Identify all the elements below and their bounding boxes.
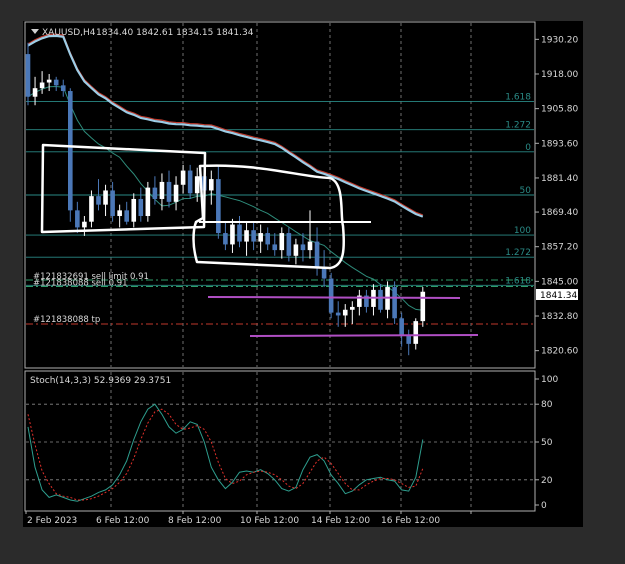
stochastic-pane[interactable] bbox=[24, 370, 536, 512]
candle-body bbox=[82, 221, 87, 228]
time-tick-label: 6 Feb 12:00 bbox=[96, 516, 150, 526]
current-price-tag: 1841.34 bbox=[536, 289, 578, 301]
fib-level-label: 1.272 bbox=[505, 248, 531, 258]
candle-body bbox=[335, 312, 341, 316]
candle-body bbox=[378, 289, 383, 310]
time-tick-label: 16 Feb 12:00 bbox=[381, 516, 440, 526]
ohlc-values: 1834.40 1842.61 1834.15 1841.34 bbox=[96, 28, 254, 38]
time-tick-label: 2 Feb 2023 bbox=[27, 516, 77, 526]
fib-level-label: 50 bbox=[520, 186, 532, 196]
candle-body bbox=[392, 287, 397, 319]
candle[interactable] bbox=[392, 281, 397, 324]
candle-body bbox=[110, 190, 115, 217]
candle-body bbox=[342, 309, 348, 316]
candle-body bbox=[75, 210, 80, 228]
candle-body bbox=[53, 79, 59, 86]
time-tick-label: 10 Feb 12:00 bbox=[240, 516, 299, 526]
candle-body bbox=[131, 198, 137, 222]
candle-body bbox=[350, 306, 355, 310]
price-tick-label: 1845.00 bbox=[541, 277, 578, 287]
candle-body bbox=[251, 230, 256, 242]
candle-body bbox=[399, 318, 404, 336]
candle-body bbox=[89, 196, 94, 222]
price-tick-label: 1918.00 bbox=[541, 70, 578, 80]
candle[interactable] bbox=[68, 88, 73, 222]
candle-body bbox=[60, 85, 66, 92]
fib-level-label: 1.618 bbox=[505, 93, 531, 103]
candle-body bbox=[180, 170, 186, 185]
candle-body bbox=[96, 196, 101, 205]
candle-body bbox=[413, 321, 419, 344]
price-tick-label: 1893.60 bbox=[541, 139, 578, 149]
candle-body bbox=[145, 187, 151, 217]
candle-body bbox=[244, 230, 249, 242]
chart-header: XAUUSD,H4 1834.40 1842.61 1834.15 1841.3… bbox=[31, 28, 254, 38]
stoch-tick-label: 50 bbox=[541, 438, 553, 448]
candle-body bbox=[223, 233, 228, 245]
candle-body bbox=[420, 291, 426, 322]
price-tick-label: 1857.20 bbox=[541, 243, 578, 253]
candle-body bbox=[328, 278, 334, 313]
candle-body bbox=[272, 244, 278, 251]
candle-body bbox=[117, 210, 122, 217]
stoch-tick-label: 20 bbox=[541, 476, 553, 486]
time-tick-label: 8 Feb 12:00 bbox=[168, 516, 222, 526]
price-tick-label: 1820.60 bbox=[541, 347, 578, 357]
order-label: #121838088 sell 0.91 bbox=[33, 278, 128, 288]
candle-body bbox=[209, 179, 214, 191]
candle-body bbox=[103, 190, 108, 205]
candle[interactable] bbox=[420, 287, 426, 327]
time-tick-label: 14 Feb 12:00 bbox=[311, 516, 370, 526]
candle-body bbox=[216, 179, 221, 234]
candle[interactable] bbox=[145, 181, 151, 222]
candle-body bbox=[46, 79, 52, 83]
current-price-value: 1841.34 bbox=[540, 291, 577, 301]
candle-body bbox=[237, 224, 242, 242]
fib-level-label: 100 bbox=[514, 226, 531, 236]
price-tick-label: 1832.80 bbox=[541, 312, 578, 322]
candle-body bbox=[173, 184, 179, 202]
price-tick-label: 1869.40 bbox=[541, 208, 578, 218]
support-line-magenta[interactable] bbox=[249, 334, 479, 337]
price-tick-label: 1905.80 bbox=[541, 105, 578, 115]
candle-body bbox=[293, 244, 299, 256]
resistance-line-magenta[interactable] bbox=[207, 296, 461, 299]
fib-level-label: 0 bbox=[525, 143, 531, 153]
symbol-label[interactable]: XAUUSD,H4 bbox=[42, 28, 96, 38]
candle-body bbox=[124, 210, 129, 222]
candle-body bbox=[314, 241, 320, 268]
candle-body bbox=[25, 54, 31, 97]
candle-body bbox=[265, 233, 270, 245]
candle-body bbox=[258, 233, 263, 242]
candle-body bbox=[159, 181, 165, 199]
candle-body bbox=[138, 198, 144, 217]
price-tick-label: 1930.20 bbox=[541, 35, 578, 45]
candle-body bbox=[230, 224, 235, 245]
candle[interactable] bbox=[328, 272, 334, 319]
stoch-tick-label: 0 bbox=[541, 501, 547, 511]
stoch-tick-label: 100 bbox=[541, 375, 558, 385]
fib-level-label: 1.272 bbox=[505, 121, 531, 131]
candle-body bbox=[32, 88, 38, 97]
chart-window[interactable]: 1.618 1.272 0 50 100 1.272 1.618 XAUUSD,H4 183… bbox=[0, 0, 625, 560]
fib-level-label: 1.618 bbox=[505, 276, 531, 286]
chart-canvas[interactable]: 1.618 1.272 0 50 100 1.272 1.618 XAUUSD,H4 183… bbox=[0, 0, 625, 560]
candle-body bbox=[194, 176, 200, 194]
stoch-tick-label: 80 bbox=[541, 400, 553, 410]
candle-body bbox=[152, 187, 158, 199]
candle-body bbox=[39, 82, 45, 89]
candle-body bbox=[307, 241, 313, 251]
candle-body bbox=[166, 181, 172, 202]
price-tick-label: 1881.40 bbox=[541, 174, 578, 184]
candle-body bbox=[279, 233, 285, 251]
candle-body bbox=[406, 335, 411, 344]
candle-body bbox=[300, 244, 306, 251]
candle-body bbox=[286, 233, 292, 256]
stochastic-title: Stoch(14,3,3) 52.9369 29.3751 bbox=[30, 376, 171, 386]
order-label: #121838088 tp bbox=[33, 315, 100, 325]
candle-body bbox=[68, 91, 73, 211]
candle-body bbox=[187, 170, 193, 194]
